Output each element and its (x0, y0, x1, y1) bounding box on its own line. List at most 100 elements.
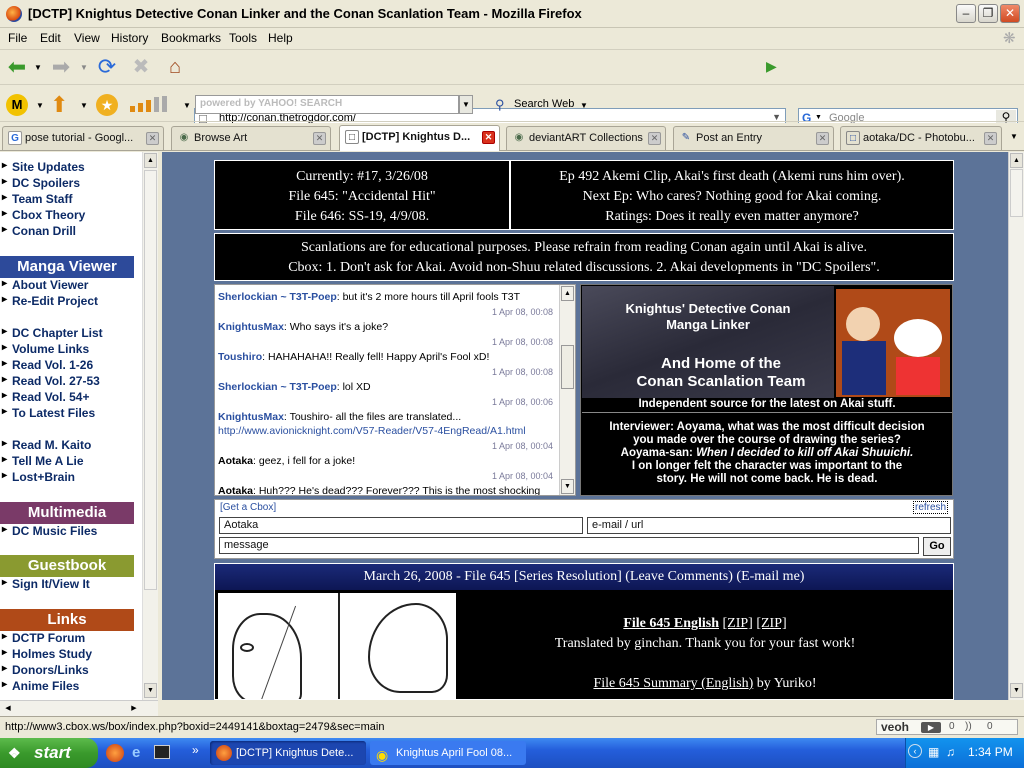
search-web-dropdown-icon[interactable]: ▼ (580, 101, 588, 110)
star-icon[interactable]: ★ (96, 94, 118, 116)
veoh-play-icon[interactable]: ▶ (921, 722, 941, 733)
sidebar-item-read-vol-1-26[interactable]: Read Vol. 1-26 (2, 358, 93, 372)
sidebar-item-conan-drill[interactable]: Conan Drill (2, 224, 76, 238)
tab-close-icon[interactable]: ✕ (984, 132, 997, 145)
sidebar-item-anime-files[interactable]: Anime Files (2, 679, 79, 693)
manga-preview-image[interactable] (218, 593, 456, 699)
sidebar-horizontal-scrollbar[interactable]: ◀ ▶ (0, 700, 158, 716)
sidebar-item-read-vol-54[interactable]: Read Vol. 54+ (2, 390, 90, 404)
main-scroll-thumb[interactable] (1010, 169, 1023, 217)
main-scroll-up-icon[interactable]: ▲ (1010, 153, 1023, 168)
sidebar-item-team-staff[interactable]: Team Staff (2, 192, 73, 206)
main-scroll-down-icon[interactable]: ▼ (1010, 683, 1023, 698)
stop-icon[interactable]: ✖ (128, 54, 154, 80)
menu-bookmarks[interactable]: Bookmarks (161, 31, 221, 45)
forward-dropdown-icon[interactable]: ▼ (80, 63, 88, 72)
scroll-down-icon[interactable]: ▼ (144, 683, 157, 698)
network-icon[interactable]: ▦ (928, 745, 939, 759)
forward-arrow-icon[interactable]: ➡ (48, 54, 74, 80)
tray-expand-icon[interactable]: ‹ (908, 744, 922, 758)
scroll-right-icon[interactable]: ▶ (127, 702, 141, 715)
refresh-link[interactable]: refresh (913, 501, 949, 514)
tab-photobucket[interactable]: □ aotaka/DC - Photobu... ✕ (840, 126, 1002, 150)
sidebar-item-holmes-study[interactable]: Holmes Study (2, 647, 92, 661)
chat-scroll-up-icon[interactable]: ▲ (561, 286, 574, 301)
maximize-button[interactable]: ❐ (978, 4, 998, 23)
sidebar-item-volume-links[interactable]: Volume Links (2, 342, 89, 356)
go-button[interactable]: Go (923, 537, 951, 556)
sidebar-item-dc-music-files[interactable]: DC Music Files (2, 524, 97, 538)
chat-scroll-thumb[interactable] (561, 345, 574, 389)
scroll-thumb[interactable] (144, 170, 157, 590)
search-web-button[interactable]: Search Web (514, 98, 574, 110)
get-cbox-link[interactable]: [Get a Cbox] (220, 502, 276, 513)
tab-post-an-entry[interactable]: ✎ Post an Entry ✕ (673, 126, 834, 150)
menu-history[interactable]: History (111, 31, 148, 45)
chat-user[interactable]: KnightusMax (218, 321, 284, 333)
yahoo-search-dropdown-icon[interactable]: ▼ (459, 95, 473, 114)
sidebar-item-re-edit-project[interactable]: Re-Edit Project (2, 294, 98, 308)
sidebar-item-site-updates[interactable]: Site Updates (2, 160, 85, 174)
main-scrollbar[interactable]: ▲ ▼ (1008, 152, 1024, 700)
menu-view[interactable]: View (74, 31, 100, 45)
quicklaunch-more-icon[interactable]: » (192, 743, 199, 757)
menu-edit[interactable]: Edit (40, 31, 61, 45)
start-button[interactable]: ❖ start (0, 738, 98, 768)
up-arrow-icon[interactable]: ⬆ (50, 92, 68, 118)
yahoo-messenger-icon[interactable]: M (6, 94, 28, 116)
tab-close-icon[interactable]: ✕ (816, 132, 829, 145)
message-input[interactable]: message (219, 537, 919, 554)
menu-file[interactable]: File (8, 31, 27, 45)
tab-pose-tutorial[interactable]: Gpose tutorial - Googl... ✕ (2, 126, 164, 150)
tab-deviantart-collections[interactable]: ◉ deviantART Collections ✕ (506, 126, 666, 150)
tab-close-icon[interactable]: ✕ (482, 131, 495, 144)
sidebar-item-sign-it[interactable]: Sign It/View It (2, 577, 90, 591)
yahoo-search-input[interactable]: powered by YAHOO! SEARCH (195, 95, 459, 114)
sidebar-item-read-vol-27-53[interactable]: Read Vol. 27-53 (2, 374, 100, 388)
tab-list-icon[interactable]: ▼ (1010, 132, 1018, 141)
back-dropdown-icon[interactable]: ▼ (34, 63, 42, 72)
signal-dropdown-icon[interactable]: ▼ (183, 101, 191, 110)
sidebar-item-about-viewer[interactable]: About Viewer (2, 278, 89, 292)
email-url-input[interactable]: e-mail / url (587, 517, 951, 534)
close-button[interactable]: ✕ (1000, 4, 1020, 23)
chat-user[interactable]: Toushiro (218, 351, 262, 363)
chat-user[interactable]: KnightusMax (218, 411, 284, 423)
tab-close-icon[interactable]: ✕ (313, 132, 326, 145)
sidebar-item-dctp-forum[interactable]: DCTP Forum (2, 631, 85, 645)
minimize-button[interactable]: – (956, 4, 976, 23)
tab-browse-art[interactable]: ◉ Browse Art ✕ (171, 126, 331, 150)
chat-scroll-down-icon[interactable]: ▼ (561, 479, 574, 494)
sidebar-item-dc-chapter-list[interactable]: DC Chapter List (2, 326, 103, 340)
sidebar-scrollbar[interactable]: ▲ ▼ (142, 152, 158, 700)
go-arrow-icon[interactable]: ▶ (766, 58, 777, 75)
tab-close-icon[interactable]: ✕ (146, 132, 159, 145)
home-icon[interactable]: ⌂ (162, 54, 188, 80)
veoh-widget[interactable]: veoh ▶ 0 )) 0 (876, 719, 1018, 735)
sidebar-item-tell-me-a-lie[interactable]: Tell Me A Lie (2, 454, 84, 468)
firefox-quicklaunch-icon[interactable] (106, 744, 124, 762)
chat-user[interactable]: Sherlockian ~ T3T-Poep (218, 381, 337, 393)
taskbar-photobucket-window[interactable]: ◉ Knightus April Fool 08... (370, 741, 526, 765)
chat-user[interactable]: Sherlockian ~ T3T-Poep (218, 291, 337, 303)
chat-user[interactable]: Aotaka (218, 455, 253, 467)
file-645-english-link[interactable]: File 645 English (623, 616, 719, 631)
sidebar-item-dc-spoilers[interactable]: DC Spoilers (2, 176, 80, 190)
back-arrow-icon[interactable]: ⬅ (4, 54, 30, 80)
sidebar-item-read-m-kaito[interactable]: Read M. Kaito (2, 438, 91, 452)
zip-link-1[interactable]: [ZIP] (723, 616, 753, 631)
sidebar-item-lost-brain[interactable]: Lost+Brain (2, 470, 75, 484)
taskbar-firefox-window[interactable]: [DCTP] Knightus Dete... (210, 741, 366, 765)
sidebar-item-donors-links[interactable]: Donors/Links (2, 663, 89, 677)
zip-link-2[interactable]: [ZIP] (756, 616, 786, 631)
sidebar-item-to-latest-files[interactable]: To Latest Files (2, 406, 95, 420)
tab-dctp-knightus[interactable]: □ [DCTP] Knightus D... ✕ (339, 125, 500, 151)
name-input[interactable]: Aotaka (219, 517, 583, 534)
tab-close-icon[interactable]: ✕ (648, 132, 661, 145)
scroll-up-icon[interactable]: ▲ (144, 153, 157, 168)
chat-user[interactable]: Aotaka (218, 485, 253, 495)
yahoo-dropdown-icon[interactable]: ▼ (36, 101, 44, 110)
sidebar-item-cbox-theory[interactable]: Cbox Theory (2, 208, 85, 222)
summary-link[interactable]: File 645 Summary (English) (593, 676, 753, 691)
post-header[interactable]: March 26, 2008 - File 645 [Series Resolu… (215, 564, 953, 590)
